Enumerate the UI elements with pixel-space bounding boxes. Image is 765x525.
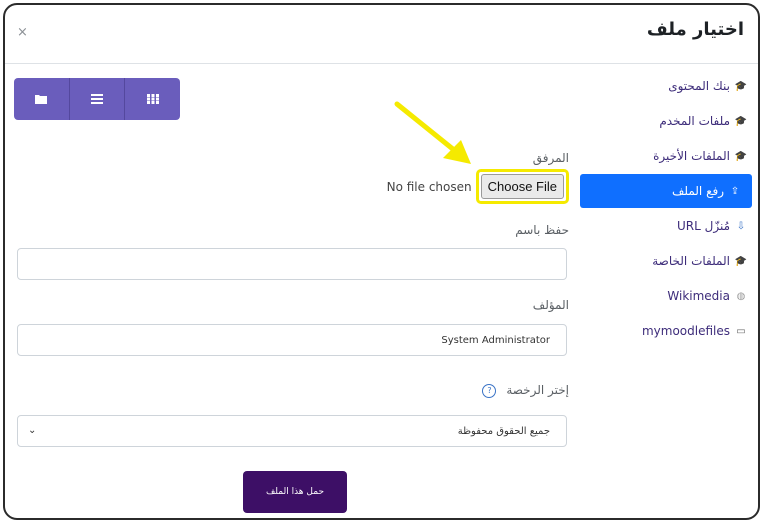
moodle-icon: 🎓: [734, 115, 748, 127]
sidebar-item-label: مُنزّل URL: [676, 219, 730, 233]
moodle-icon: 🎓: [734, 150, 748, 162]
sidebar-item-label: رفع الملف: [671, 184, 724, 198]
save-as-input[interactable]: [17, 248, 567, 280]
wikimedia-icon: ◍: [736, 290, 746, 302]
choose-file-button[interactable]: Choose File: [480, 174, 564, 199]
license-label: إختر الرخصة: [506, 383, 569, 397]
repository-sidebar: 🎓 بنك المحتوى 🎓 ملفات المخدم 🎓 الملفات ا…: [580, 69, 758, 349]
moodle-icon: 🎓: [734, 255, 748, 267]
sidebar-item-wikimedia[interactable]: ◍ Wikimedia: [580, 279, 758, 313]
save-as-label: حفظ باسم: [515, 223, 569, 237]
download-icon: ⇩: [736, 220, 746, 232]
annotation-arrow-icon: [394, 101, 471, 164]
grid-icon: [146, 94, 159, 104]
author-input[interactable]: System Administrator: [17, 324, 567, 356]
sidebar-item-label: الملفات الخاصة: [652, 254, 730, 268]
view-toolbar: [14, 78, 180, 120]
sidebar-item-mymoodlefiles[interactable]: ▭ mymoodlefiles: [580, 314, 758, 348]
license-label-row: إختر الرخصة ?: [482, 383, 569, 398]
sidebar-item-recent-files[interactable]: 🎓 الملفات الأخيرة: [580, 139, 758, 173]
upload-icon: ⇪: [730, 185, 740, 197]
list-icon: [91, 94, 103, 104]
moodle-icon: 🎓: [734, 80, 748, 92]
sidebar-item-label: ملفات المخدم: [659, 114, 730, 128]
sidebar-item-server-files[interactable]: 🎓 ملفات المخدم: [580, 104, 758, 138]
close-icon[interactable]: ×: [17, 25, 28, 40]
chevron-down-icon: ⌄: [28, 425, 37, 436]
upload-file-button[interactable]: حمل هذا الملف: [243, 471, 347, 513]
sidebar-item-label: بنك المحتوى: [668, 79, 730, 93]
no-file-text: No file chosen: [386, 179, 472, 194]
author-label: المؤلف: [532, 298, 569, 312]
folder-view-button[interactable]: [14, 78, 70, 120]
sidebar-item-url-downloader[interactable]: ⇩ مُنزّل URL: [580, 209, 758, 243]
license-select[interactable]: ⌄ جميع الحقوق محفوظة: [17, 415, 567, 447]
sidebar-item-label: الملفات الأخيرة: [653, 149, 730, 163]
file-picker-dialog: اختيار ملف × 🎓 بنك المحتوى 🎓 ملفات المخد…: [3, 3, 760, 520]
sidebar-item-content-bank[interactable]: 🎓 بنك المحتوى: [580, 69, 758, 103]
attachment-label: المرفق: [532, 151, 569, 165]
license-select-value: جميع الحقوق محفوظة: [457, 425, 550, 437]
sidebar-item-label: mymoodlefiles: [641, 324, 730, 338]
choose-file-highlight: Choose File: [475, 169, 569, 204]
sidebar-item-private-files[interactable]: 🎓 الملفات الخاصة: [580, 244, 758, 278]
grid-view-button[interactable]: [125, 78, 180, 120]
list-view-button[interactable]: [70, 78, 126, 120]
folder-icon: [35, 95, 48, 104]
sidebar-item-label: Wikimedia: [667, 289, 730, 303]
dialog-title: اختيار ملف: [646, 19, 744, 40]
file-icon: ▭: [736, 325, 746, 337]
help-icon[interactable]: ?: [482, 383, 497, 398]
sidebar-item-upload-file[interactable]: ⇪ رفع الملف: [580, 174, 752, 208]
dialog-header: اختيار ملف ×: [5, 5, 758, 64]
file-input-row: No file chosen Choose File: [387, 169, 569, 204]
